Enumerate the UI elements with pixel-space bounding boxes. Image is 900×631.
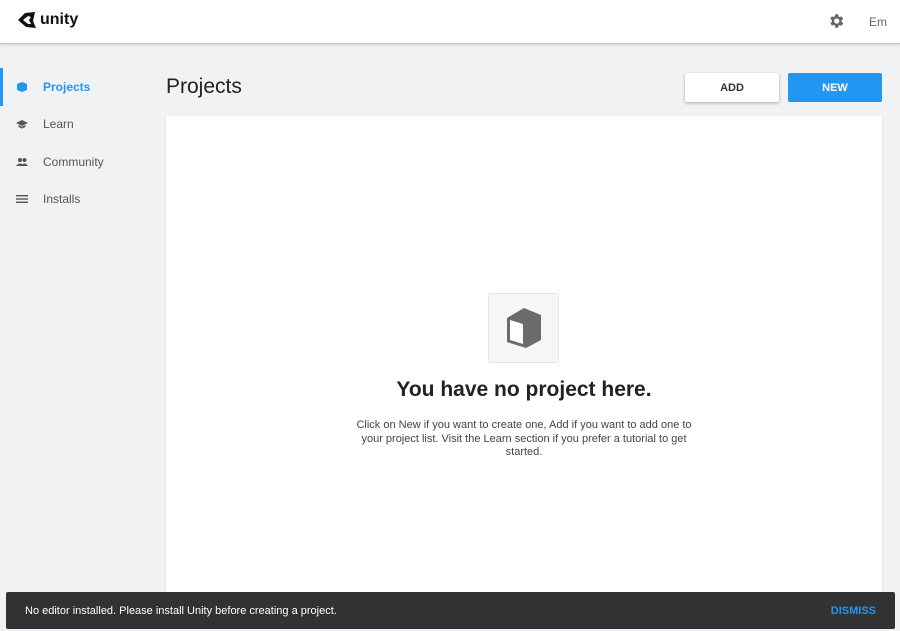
cube-icon xyxy=(17,81,27,92)
gear-icon[interactable] xyxy=(827,12,845,30)
empty-state-title: You have no project here. xyxy=(396,378,652,401)
people-icon xyxy=(16,157,28,166)
unity-logo-icon xyxy=(18,12,36,28)
sidebar: Projects Learn Community Installs xyxy=(0,68,150,218)
snackbar: No editor installed. Please install Unit… xyxy=(6,592,895,629)
sidebar-item-learn[interactable]: Learn xyxy=(0,106,150,144)
empty-state-icon-box xyxy=(488,293,559,363)
unity-logo[interactable]: unity xyxy=(17,11,78,29)
logo-text: unity xyxy=(40,11,79,28)
add-button[interactable]: ADD xyxy=(685,73,779,102)
list-icon xyxy=(16,195,28,204)
sidebar-item-projects[interactable]: Projects xyxy=(0,68,150,106)
sidebar-item-label: Projects xyxy=(43,79,91,94)
projects-panel: You have no project here. Click on New i… xyxy=(166,116,882,606)
graduation-cap-icon xyxy=(16,120,28,129)
dismiss-button[interactable]: DISMISS xyxy=(831,605,876,617)
sidebar-item-installs[interactable]: Installs xyxy=(0,181,150,219)
page-title: Projects xyxy=(166,75,242,98)
sidebar-item-label: Installs xyxy=(43,192,81,207)
sidebar-item-label: Community xyxy=(43,154,104,169)
header-bar: unity Em xyxy=(0,0,900,44)
snackbar-message: No editor installed. Please install Unit… xyxy=(25,604,337,617)
user-initials[interactable]: Em xyxy=(869,15,887,29)
empty-state-description: Click on New if you want to create one, … xyxy=(356,419,692,458)
new-button[interactable]: NEW xyxy=(788,73,882,102)
cube-icon xyxy=(506,308,541,348)
sidebar-item-label: Learn xyxy=(43,117,74,132)
sidebar-item-community[interactable]: Community xyxy=(0,143,150,181)
